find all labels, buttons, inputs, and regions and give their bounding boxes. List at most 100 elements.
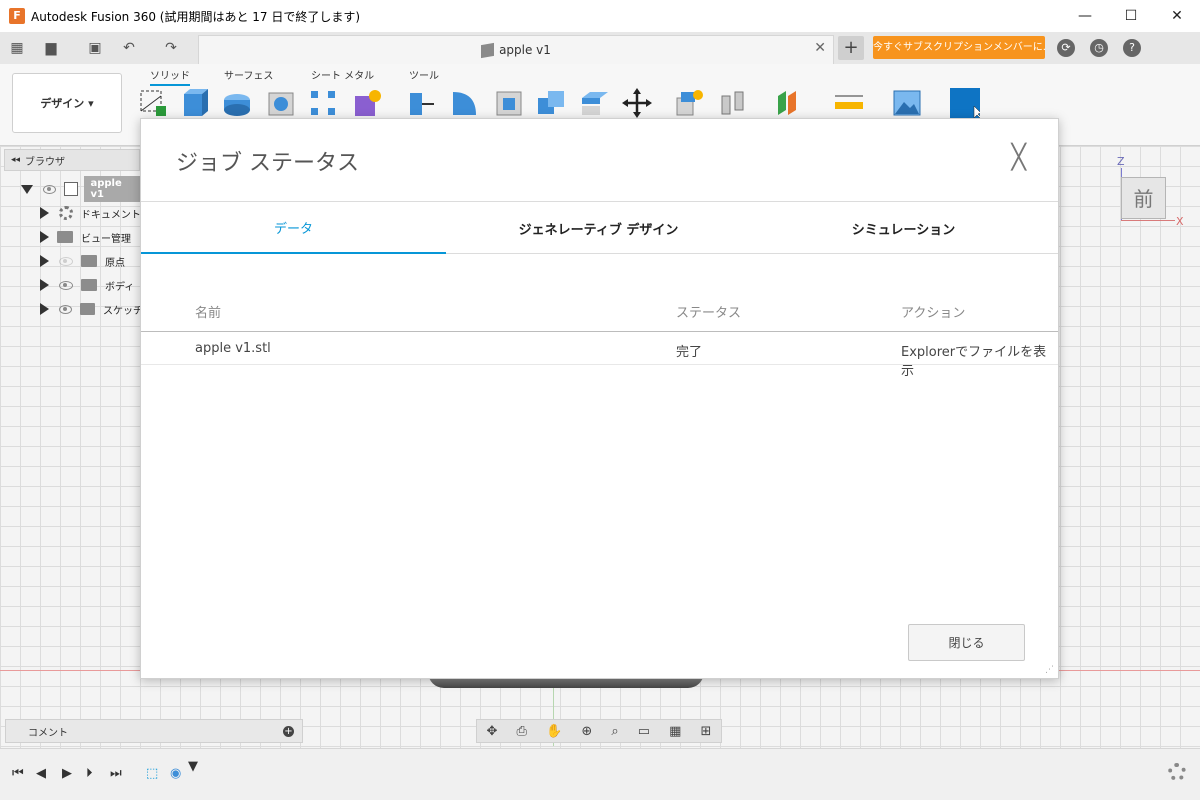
viewcube-front-face[interactable]: 前 bbox=[1121, 177, 1166, 219]
display-icon[interactable]: ▭ bbox=[638, 724, 650, 739]
gear-icon bbox=[59, 206, 73, 220]
navigation-bar: ✥ ⎙ ✋ ⊕ ⌕ ▭ ▦ ⊞ bbox=[476, 719, 722, 743]
zoom-icon[interactable]: ⊕ bbox=[581, 724, 592, 739]
ribbon-tab-surface[interactable]: サーフェス bbox=[224, 67, 273, 82]
select-icon[interactable] bbox=[950, 88, 980, 118]
close-button[interactable]: 閉じる bbox=[908, 624, 1025, 661]
dialog-close-icon[interactable]: ╳ bbox=[1012, 145, 1026, 169]
hole-icon[interactable] bbox=[266, 88, 296, 118]
expand-arrow-icon[interactable] bbox=[40, 303, 49, 315]
component-icon bbox=[481, 42, 495, 58]
expand-arrow-icon[interactable] bbox=[21, 184, 33, 194]
ribbon-tab-sheet-metal[interactable]: シート メタル bbox=[311, 67, 374, 82]
close-tab-button[interactable]: ✕ bbox=[814, 40, 826, 56]
visibility-eye-icon[interactable] bbox=[43, 184, 56, 194]
joint-icon[interactable] bbox=[718, 88, 748, 118]
orbit-icon[interactable]: ✥ bbox=[487, 724, 498, 739]
document-tab[interactable]: apple v1 ✕ bbox=[198, 35, 834, 64]
viewcube-x-axis bbox=[1121, 220, 1175, 221]
window-controls: — ☐ ✕ bbox=[1062, 0, 1200, 32]
press-pull-icon[interactable] bbox=[406, 88, 436, 118]
fillet-icon[interactable] bbox=[450, 88, 480, 118]
minimize-button[interactable]: — bbox=[1062, 0, 1108, 32]
help-icon[interactable]: ? bbox=[1123, 39, 1141, 57]
app-toolbar: ▦ ▆ ▣ ↶ ↷ apple v1 ✕ + 今すぐサブスクリプションメンバーに… bbox=[0, 32, 1200, 64]
visibility-eye-icon[interactable] bbox=[59, 304, 73, 314]
browser-item-sketches[interactable]: スケッチ bbox=[18, 298, 140, 320]
measure-icon[interactable] bbox=[834, 88, 864, 118]
browser-header[interactable]: ◂◂ ブラウザ bbox=[4, 149, 140, 171]
create-sketch-icon[interactable] bbox=[138, 88, 168, 118]
viewcube-z-label: Z bbox=[1117, 155, 1125, 168]
job-status-icon[interactable]: ⟳ bbox=[1057, 39, 1075, 57]
table-row-divider bbox=[141, 364, 1058, 365]
hidden-eye-icon[interactable] bbox=[59, 256, 73, 266]
look-at-icon[interactable]: ⎙ bbox=[517, 724, 527, 739]
timeline-sketch-feature-icon[interactable]: ⬚ bbox=[146, 766, 158, 781]
job-status-dialog: ジョブ ステータス ╳ データ ジェネレーティブ デザイン シミュレーション 名… bbox=[140, 118, 1059, 679]
fusion-logo-icon: F bbox=[9, 8, 25, 24]
ribbon-tab-tools[interactable]: ツール bbox=[409, 67, 439, 82]
new-component-icon[interactable] bbox=[674, 88, 704, 118]
apps-grid-icon[interactable]: ▦ bbox=[6, 38, 28, 58]
browser-item-bodies[interactable]: ボディ bbox=[18, 274, 140, 296]
extrude-icon[interactable] bbox=[180, 88, 210, 118]
file-icon[interactable]: ▆ bbox=[40, 38, 62, 58]
shell-icon[interactable] bbox=[494, 88, 524, 118]
undo-icon[interactable]: ↶ bbox=[118, 38, 140, 58]
viewports-icon[interactable]: ⊞ bbox=[700, 724, 711, 739]
combine-icon[interactable] bbox=[536, 88, 566, 118]
go-to-start-button[interactable]: ⏮ bbox=[12, 766, 24, 781]
collapse-icon[interactable]: ◂◂ bbox=[11, 155, 20, 165]
job-status-value: 完了 bbox=[676, 345, 703, 360]
subscription-button[interactable]: 今すぐサブスクリプションメンバーに... bbox=[873, 36, 1045, 59]
add-comment-button[interactable]: + bbox=[283, 726, 294, 737]
move-icon[interactable] bbox=[622, 88, 652, 118]
insert-image-icon[interactable] bbox=[892, 88, 922, 118]
play-button[interactable]: ▶ bbox=[62, 766, 72, 781]
browser-root-row[interactable]: apple v1 bbox=[18, 176, 140, 202]
step-forward-button[interactable]: ⏵ bbox=[86, 766, 93, 781]
timeline-marker[interactable]: ▼ bbox=[188, 759, 198, 774]
expand-arrow-icon[interactable] bbox=[40, 279, 49, 291]
redo-icon[interactable]: ↷ bbox=[160, 38, 182, 58]
create-form-icon[interactable] bbox=[352, 88, 382, 118]
go-to-end-button[interactable]: ⏭ bbox=[110, 766, 122, 781]
pattern-icon[interactable] bbox=[308, 88, 338, 118]
workspace-switcher[interactable]: デザイン ▾ bbox=[12, 73, 122, 133]
window-title: Autodesk Fusion 360 (試用期間はあと 17 日で終了します) bbox=[31, 9, 361, 24]
folder-icon bbox=[81, 279, 97, 291]
comments-panel[interactable]: コメント + bbox=[5, 719, 303, 743]
browser-item-named-views[interactable]: ビュー管理 bbox=[18, 226, 140, 248]
visibility-eye-icon[interactable] bbox=[59, 280, 73, 290]
step-back-button[interactable]: ◀ bbox=[36, 766, 46, 781]
tab-data[interactable]: データ bbox=[141, 202, 446, 254]
timeline-settings-gear-icon[interactable] bbox=[1168, 763, 1186, 781]
browser-item-origin[interactable]: 原点 bbox=[18, 250, 140, 272]
expand-arrow-icon[interactable] bbox=[40, 255, 49, 267]
revolve-icon[interactable] bbox=[222, 88, 252, 118]
clock-icon[interactable]: ◷ bbox=[1090, 39, 1108, 57]
new-tab-button[interactable]: + bbox=[838, 36, 864, 60]
pan-icon[interactable]: ✋ bbox=[546, 724, 562, 739]
offset-face-icon[interactable] bbox=[580, 88, 610, 118]
save-icon[interactable]: ▣ bbox=[84, 38, 106, 58]
fit-icon[interactable]: ⌕ bbox=[611, 724, 618, 739]
expand-arrow-icon[interactable] bbox=[40, 231, 49, 243]
browser-item-label: ドキュメント bbox=[80, 209, 140, 221]
browser-item-document-settings[interactable]: ドキュメント bbox=[18, 202, 140, 224]
close-window-button[interactable]: ✕ bbox=[1154, 0, 1200, 32]
tab-generative-design[interactable]: ジェネレーティブ デザイン bbox=[446, 202, 751, 254]
tab-simulation[interactable]: シミュレーション bbox=[751, 202, 1056, 254]
ribbon-tab-solid[interactable]: ソリッド bbox=[150, 67, 190, 86]
expand-arrow-icon[interactable] bbox=[40, 207, 49, 219]
job-file-name: apple v1.stl bbox=[195, 341, 271, 356]
resize-grip-icon[interactable]: ⋰ bbox=[1045, 665, 1054, 675]
comments-label: コメント bbox=[28, 727, 68, 739]
show-in-explorer-link[interactable]: Explorerでファイルを表示 bbox=[901, 341, 1058, 379]
folder-icon bbox=[80, 303, 95, 315]
maximize-button[interactable]: ☐ bbox=[1108, 0, 1154, 32]
timeline-feature-icon[interactable]: ◉ bbox=[170, 766, 181, 781]
construct-plane-icon[interactable] bbox=[774, 88, 804, 118]
grid-icon[interactable]: ▦ bbox=[669, 724, 681, 739]
